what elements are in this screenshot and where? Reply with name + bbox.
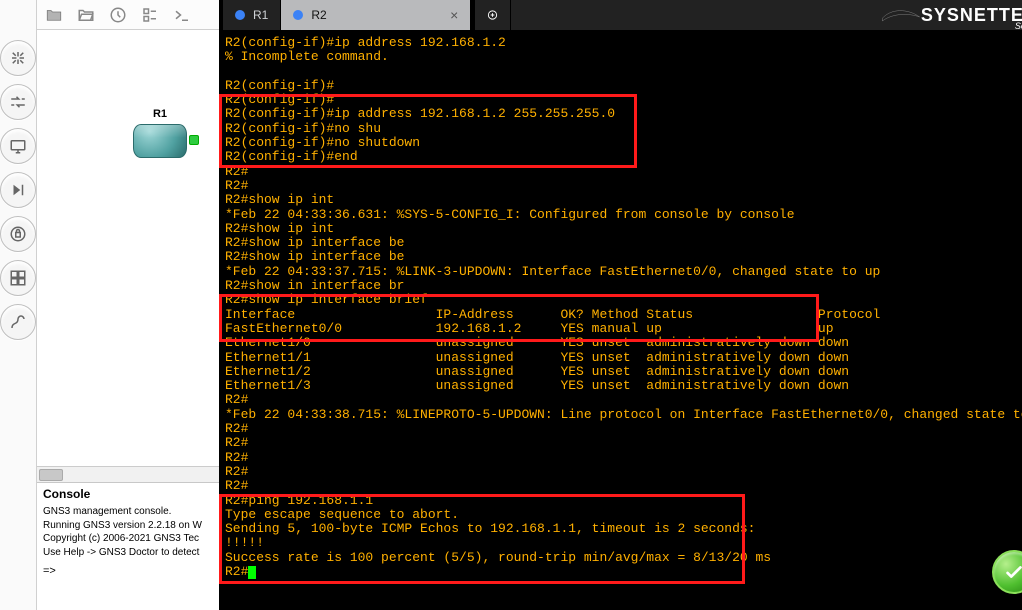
console-title: Console xyxy=(43,487,213,501)
console-body: GNS3 management console. Running GNS3 ve… xyxy=(43,505,213,559)
canvas-scrollbar[interactable] xyxy=(37,466,219,482)
tab-label: R1 xyxy=(253,8,268,22)
gns3-console-panel: Console GNS3 management console. Running… xyxy=(37,482,219,610)
device-router-icon[interactable] xyxy=(0,40,36,76)
play-step-icon[interactable] xyxy=(0,172,36,208)
top-toolbar xyxy=(37,0,219,30)
terminal-output[interactable]: R2(config-if)#ip address 192.168.1.2 % I… xyxy=(219,30,1022,610)
all-devices-icon[interactable] xyxy=(0,260,36,296)
close-tab-icon[interactable]: × xyxy=(450,8,458,22)
tab-r2[interactable]: R2 × xyxy=(281,0,471,30)
highlight-box xyxy=(219,94,637,168)
snapshot-icon[interactable] xyxy=(107,4,129,26)
brand-logo: SYSNETTECH Solutions xyxy=(881,0,1022,30)
status-dot-icon xyxy=(235,10,245,20)
left-toolbar xyxy=(0,0,37,610)
router-icon xyxy=(133,124,187,158)
open-project-icon[interactable] xyxy=(75,4,97,26)
tab-label: R2 xyxy=(311,8,326,22)
new-tab-button[interactable] xyxy=(475,0,511,30)
status-dot-icon xyxy=(293,10,303,20)
console-prompt[interactable]: => xyxy=(43,565,213,577)
device-switch-icon[interactable] xyxy=(0,84,36,120)
router-label: R1 xyxy=(133,108,187,120)
new-project-icon[interactable] xyxy=(43,4,65,26)
highlight-box xyxy=(219,494,745,584)
highlight-box xyxy=(219,294,819,342)
interface-status-dot xyxy=(189,135,199,145)
security-icon[interactable] xyxy=(0,216,36,252)
device-pc-icon[interactable] xyxy=(0,128,36,164)
tab-r1[interactable]: R1 xyxy=(223,0,281,30)
terminal-tabbar: R1 R2 × SYSNETTECH Solutions xyxy=(219,0,1022,30)
show-labels-icon[interactable] xyxy=(139,4,161,26)
router-node-r1[interactable]: R1 xyxy=(133,108,187,158)
console-all-icon[interactable] xyxy=(171,4,193,26)
cable-icon[interactable] xyxy=(0,304,36,340)
topology-canvas[interactable]: R1 xyxy=(37,30,219,482)
